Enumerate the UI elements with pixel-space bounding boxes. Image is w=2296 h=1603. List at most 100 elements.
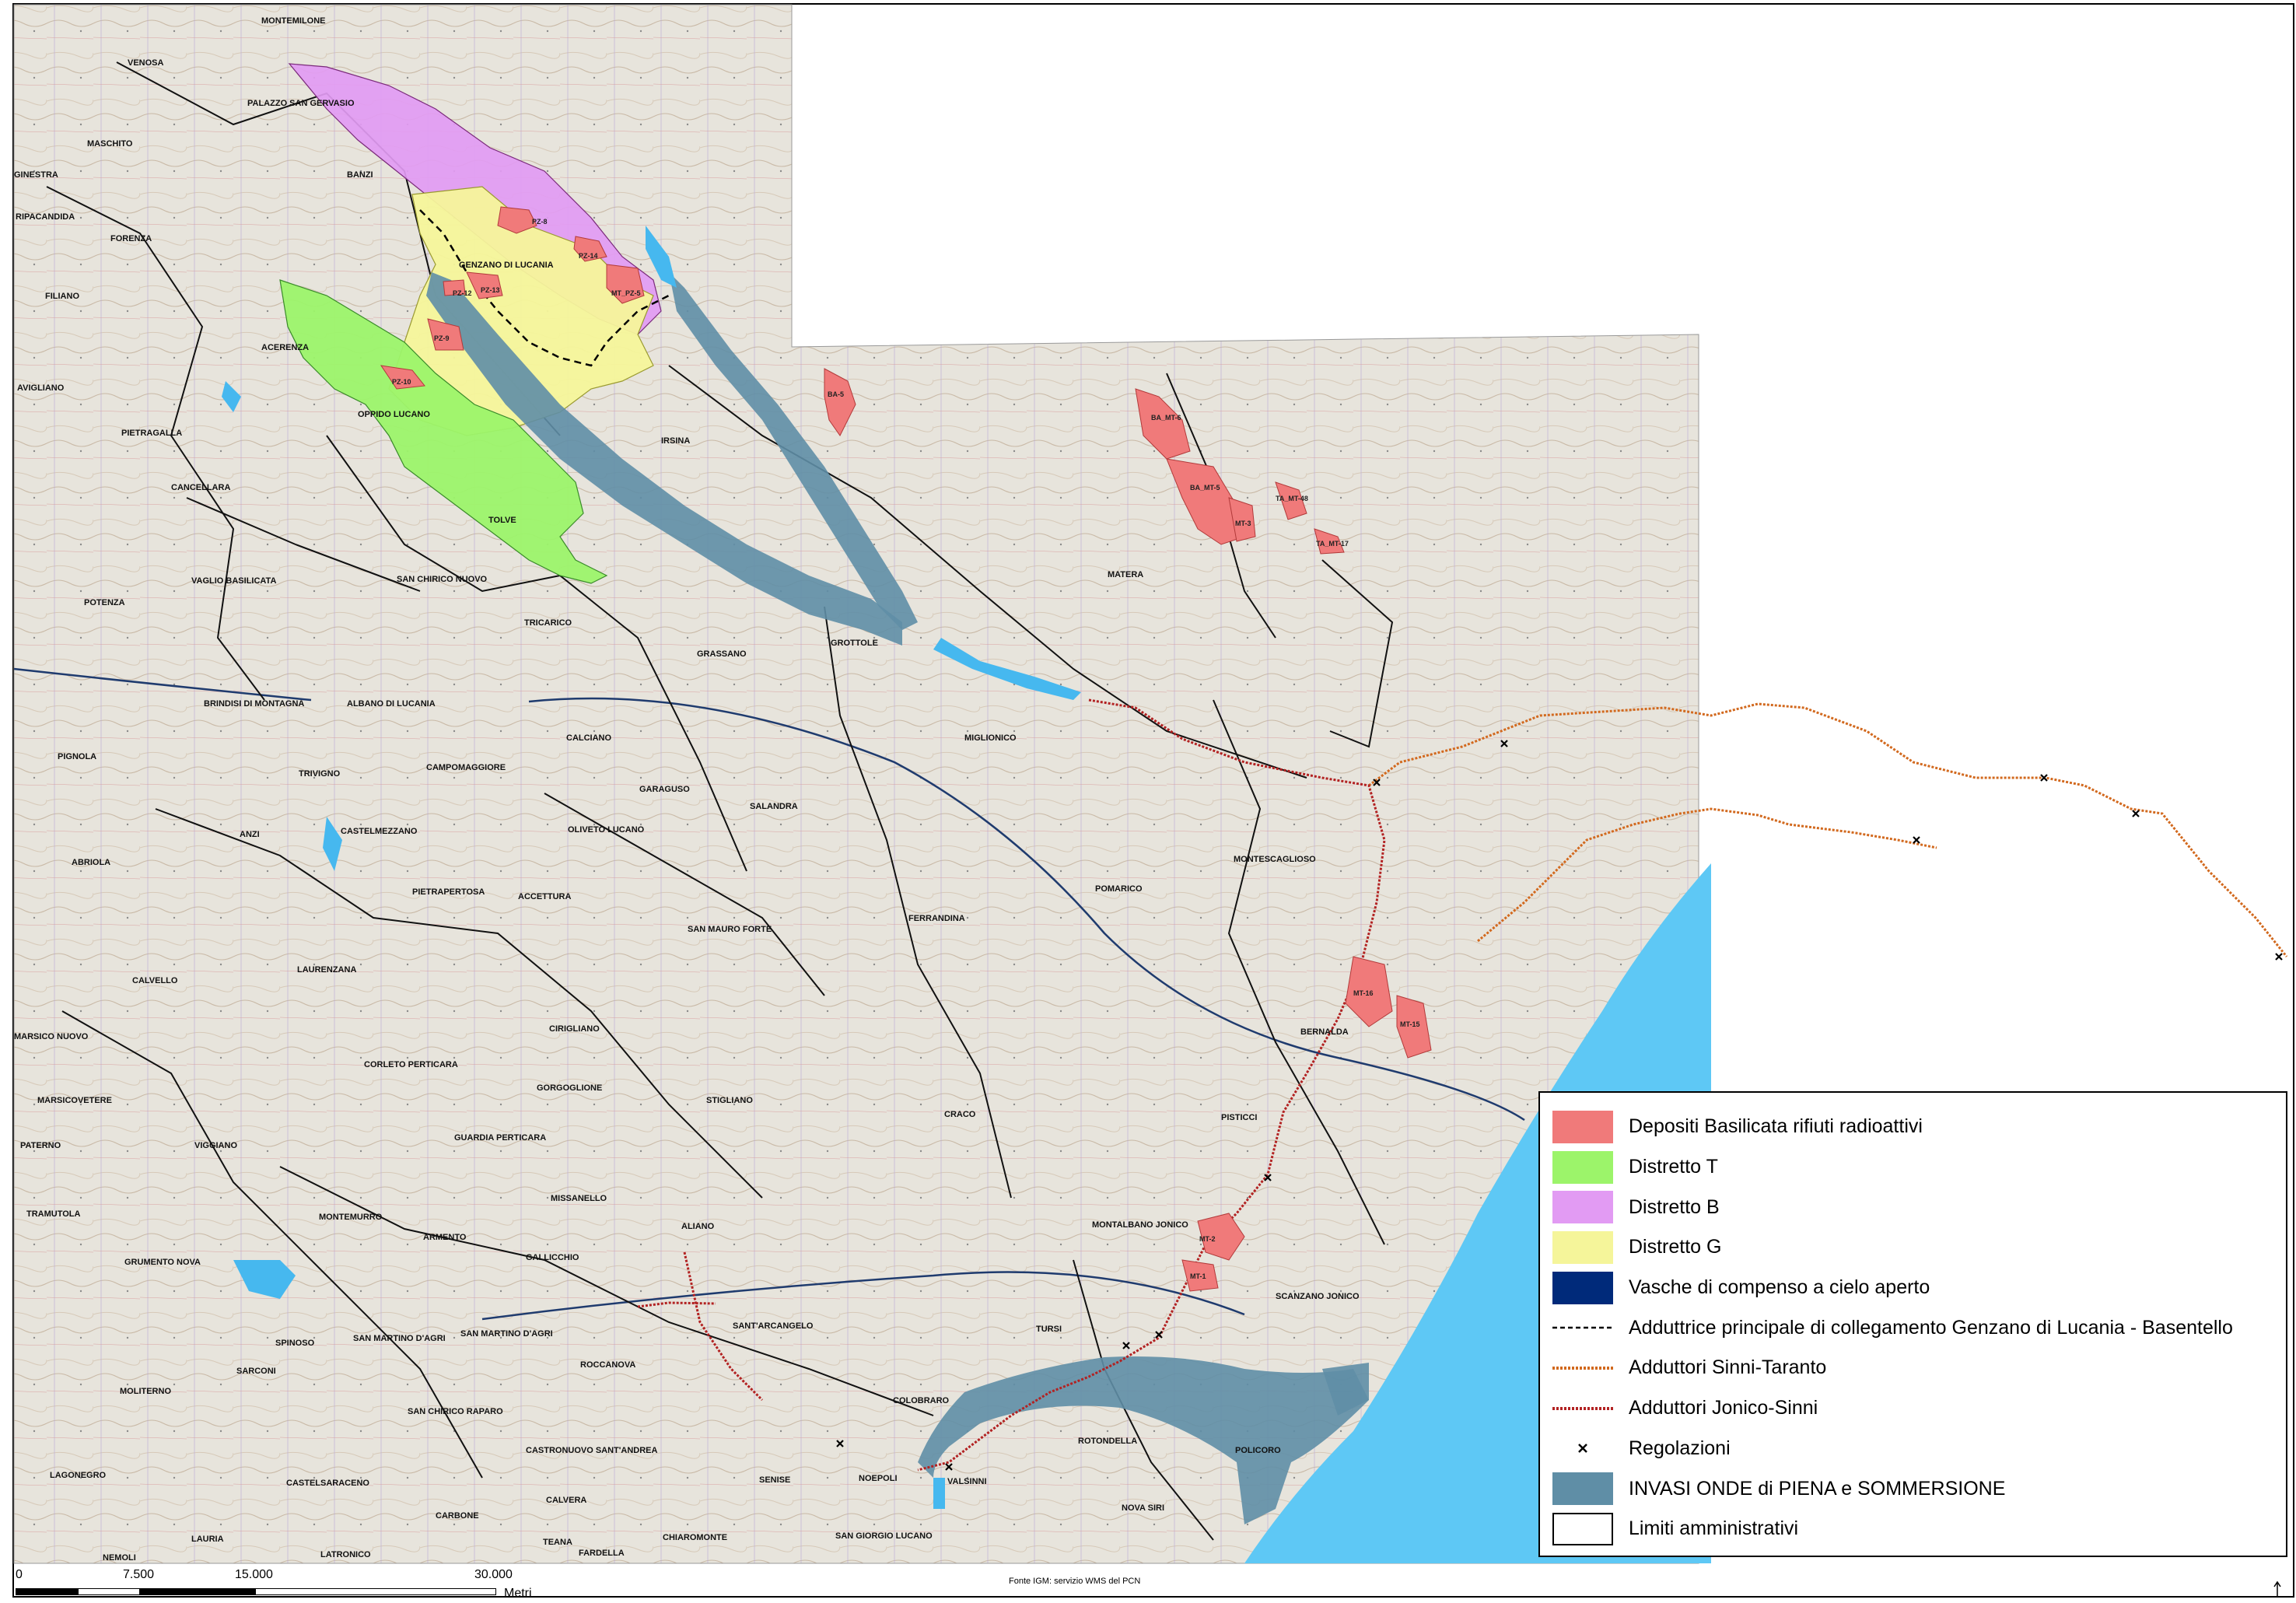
- town-label: CASTELMEZZANO: [341, 827, 418, 836]
- legend-label: Adduttrice principale di collegamento Ge…: [1629, 1316, 2233, 1339]
- town-label: SENISE: [759, 1475, 790, 1485]
- town-label: NOVA SIRI: [1122, 1503, 1164, 1513]
- deposit-label: MT-1: [1190, 1272, 1206, 1280]
- town-label: SAN GIORGIO LUCANO: [835, 1531, 933, 1541]
- legend-item-compensation-basins: Vasche di compenso a cielo aperto: [1552, 1268, 2273, 1308]
- town-label: ROCCANOVA: [580, 1360, 635, 1370]
- north-arrow-icon: [2270, 1579, 2285, 1601]
- town-label: TRICARICO: [524, 618, 572, 628]
- town-label: LAGONEGRO: [50, 1471, 107, 1480]
- town-label: GRASSANO: [697, 649, 747, 659]
- town-label: FILIANO: [45, 292, 79, 301]
- legend-swatch-compensation-basins: [1552, 1271, 1613, 1304]
- town-label: VALSINNI: [947, 1477, 987, 1486]
- scale-segment: [140, 1588, 255, 1595]
- town-label: GINESTRA: [14, 170, 58, 180]
- legend-swatch-admin-limits: [1552, 1512, 1613, 1545]
- town-label: RIPACANDIDA: [16, 212, 75, 222]
- town-label: CALVELLO: [132, 976, 178, 985]
- town-label: OLIVETO LUCANO: [568, 825, 645, 835]
- town-label: POTENZA: [84, 598, 125, 607]
- town-label: SAN MARTINO D'AGRI: [460, 1329, 553, 1339]
- legend-item-flood-areas: INVASI ONDE di PIENA e SOMMERSIONE: [1552, 1468, 2273, 1509]
- town-label: TRAMUTOLA: [26, 1209, 81, 1219]
- deposit-label: MT-15: [1400, 1020, 1420, 1028]
- town-label: MIGLIONICO: [964, 733, 1017, 743]
- town-label: MOLITERNO: [120, 1387, 171, 1396]
- scale-tick-label: 15.000: [235, 1568, 273, 1581]
- deposit-label: PZ-8: [532, 218, 548, 226]
- legend-swatch-district-t: [1552, 1150, 1613, 1184]
- town-label: PISTICCI: [1221, 1113, 1257, 1122]
- town-label: ABRIOLA: [72, 858, 110, 867]
- legend-label: Vasche di compenso a cielo aperto: [1629, 1276, 1930, 1299]
- town-label: FERRANDINA: [908, 914, 965, 923]
- legend-label: Distretto G: [1629, 1236, 1722, 1258]
- town-label: IRSINA: [661, 436, 690, 446]
- town-label: VAGLIO BASILICATA: [191, 576, 276, 586]
- legend-swatch-flood-areas: [1552, 1472, 1613, 1506]
- town-label: GENZANO DI LUCANIA: [459, 261, 554, 270]
- deposit-label: MT-2: [1199, 1235, 1216, 1243]
- town-label: ACERENZA: [261, 343, 309, 352]
- town-label: CIRIGLIANO: [549, 1024, 600, 1034]
- town-label: SAN MAURO FORTE: [688, 925, 772, 934]
- town-label: GROTTOLE: [831, 639, 878, 648]
- town-label: CASTRONUOVO SANT'ANDREA: [526, 1446, 658, 1455]
- scale-segment: [78, 1588, 140, 1595]
- legend-label: INVASI ONDE di PIENA e SOMMERSIONE: [1629, 1477, 2006, 1500]
- map-legend: Depositi Basilicata rifiuti radioattivi …: [1538, 1091, 2287, 1557]
- town-label: ALBANO DI LUCANIA: [347, 699, 436, 709]
- town-label: PATERNO: [20, 1141, 61, 1150]
- deposit-label: TA_MT-17: [1316, 540, 1349, 548]
- legend-label: Limiti amministrativi: [1629, 1517, 1799, 1540]
- town-label: AVIGLIANO: [17, 383, 65, 393]
- town-label: BANZI: [347, 170, 373, 180]
- town-label: CALVERA: [546, 1496, 586, 1505]
- town-label: POLICORO: [1235, 1446, 1281, 1455]
- town-label: COLOBRARO: [893, 1396, 950, 1405]
- town-label: CASTELSARACENO: [286, 1479, 369, 1488]
- legend-item-district-t: Distretto T: [1552, 1147, 2273, 1188]
- town-label: MARSICO NUOVO: [14, 1032, 89, 1041]
- legend-label: Depositi Basilicata rifiuti radioattivi: [1629, 1115, 1923, 1138]
- town-label: CRACO: [944, 1110, 976, 1119]
- town-label: CAMPOMAGGIORE: [426, 763, 506, 772]
- legend-label: Distretto T: [1629, 1156, 1718, 1178]
- deposit-label: BA-5: [828, 390, 844, 398]
- legend-swatch-district-b: [1552, 1191, 1613, 1224]
- town-label: TEANA: [543, 1538, 572, 1547]
- deposit-label: PZ-13: [481, 286, 500, 294]
- legend-item-main-pipeline: Adduttrice principale di collegamento Ge…: [1552, 1307, 2273, 1348]
- scale-segment: [255, 1588, 496, 1595]
- town-label: GUARDIA PERTICARA: [454, 1133, 546, 1143]
- town-label: SAN CHIRICO NUOVO: [397, 575, 488, 584]
- legend-item-district-b: Distretto B: [1552, 1187, 2273, 1227]
- town-label: VENOSA: [128, 58, 164, 68]
- town-label: GRUMENTO NOVA: [124, 1258, 201, 1267]
- town-label: PIETRAPERTOSA: [412, 887, 485, 897]
- deposit-label: MT_PZ-5: [611, 289, 641, 297]
- town-label: LATRONICO: [320, 1550, 371, 1559]
- town-label: MONTALBANO JONICO: [1092, 1220, 1188, 1230]
- legend-item-district-g: Distretto G: [1552, 1227, 2273, 1268]
- legend-label: Adduttori Sinni-Taranto: [1629, 1356, 1827, 1379]
- legend-item-deposits: Depositi Basilicata rifiuti radioattivi: [1552, 1107, 2273, 1147]
- town-label: CHIAROMONTE: [663, 1533, 727, 1542]
- legend-label: Adduttori Jonico-Sinni: [1629, 1397, 1818, 1419]
- town-label: CORLETO PERTICARA: [364, 1060, 458, 1069]
- scale-tick-label: 0: [16, 1568, 23, 1581]
- town-label: OPPIDO LUCANO: [358, 410, 430, 419]
- deposit-label: MT-16: [1353, 989, 1374, 997]
- scale-segment: [16, 1588, 78, 1595]
- town-label: TRIVIGNO: [299, 769, 341, 779]
- town-label: MASCHITO: [87, 139, 133, 149]
- town-label: PIETRAGALLA: [121, 429, 182, 438]
- legend-item-regulations: Regolazioni: [1552, 1429, 2273, 1469]
- town-label: MONTESCAGLIOSO: [1234, 855, 1316, 864]
- town-label: MARSICOVETERE: [37, 1096, 112, 1105]
- town-label: PIGNOLA: [58, 752, 96, 761]
- town-label: FARDELLA: [579, 1549, 625, 1558]
- town-label: SCANZANO JONICO: [1276, 1292, 1360, 1301]
- town-label: ANZI: [240, 830, 260, 839]
